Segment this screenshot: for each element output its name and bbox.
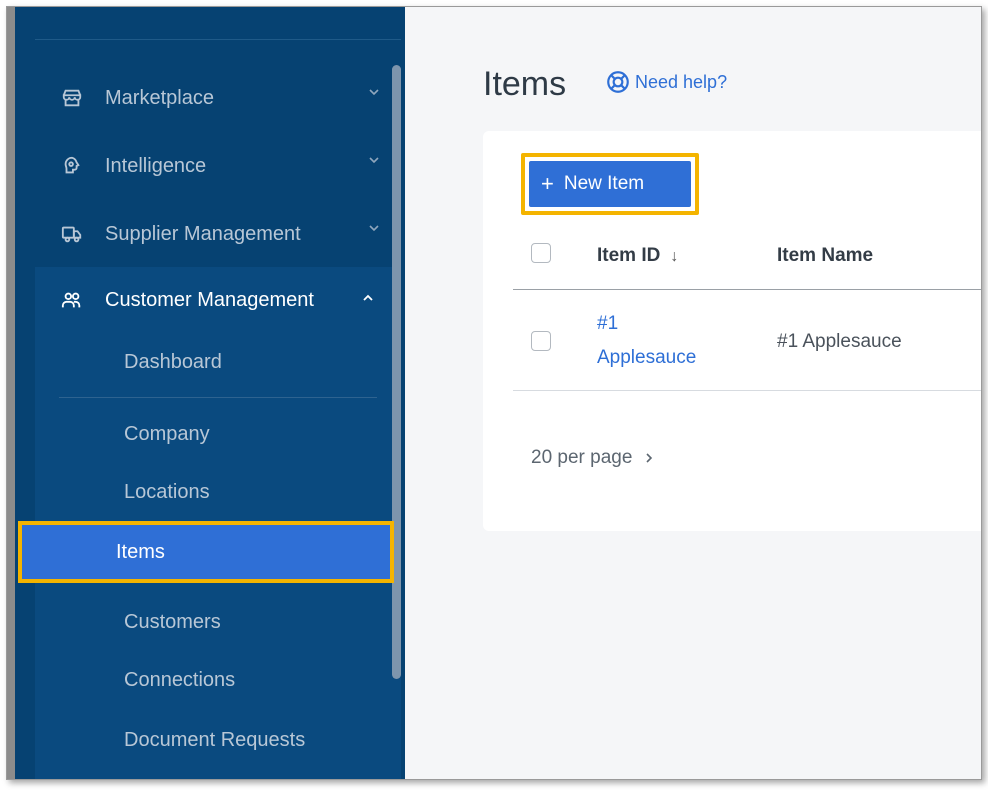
sidebar-subitem-company[interactable]: Company <box>35 409 391 459</box>
brain-head-icon <box>59 155 85 177</box>
sidebar-subitem-document-requests[interactable]: Document Requests <box>35 715 391 765</box>
per-page-label: 20 per page <box>531 447 633 468</box>
lifebuoy-icon <box>607 71 629 93</box>
need-help-label: Need help? <box>635 71 728 92</box>
sort-down-icon: ↓ <box>670 248 679 265</box>
column-header-item-id[interactable]: Item ID ↓ <box>597 245 678 267</box>
table-header-divider <box>513 289 981 290</box>
sidebar-divider <box>35 39 401 40</box>
column-header-label: Item ID <box>597 245 661 266</box>
sidebar-subitem-label: Dashboard <box>124 350 222 373</box>
sidebar-subitem-label: Customers <box>124 610 221 633</box>
sidebar-divider <box>59 397 377 398</box>
sidebar-subitem-label: Connections <box>124 668 236 691</box>
new-item-button[interactable]: + New Item <box>529 161 691 207</box>
item-id-line: Applesauce <box>597 347 697 368</box>
item-id-link[interactable]: #1 Applesauce <box>597 307 696 375</box>
row-checkbox[interactable] <box>531 331 551 351</box>
sidebar-subitem-items[interactable]: Items <box>18 521 394 583</box>
sidebar-scrollbar[interactable] <box>392 65 401 679</box>
chevron-down-icon <box>369 225 379 232</box>
new-item-highlight: + New Item <box>521 153 699 215</box>
sidebar-item-intelligence[interactable]: Intelligence <box>35 137 391 195</box>
per-page-selector[interactable]: 20 per page <box>531 447 656 469</box>
item-id-line: #1 <box>597 313 619 334</box>
sidebar-subitem-locations[interactable]: Locations <box>35 467 391 517</box>
sidebar-item-label: Marketplace <box>105 86 214 109</box>
app-window: Marketplace Intelligence Supplier Manage… <box>6 6 982 780</box>
chevron-up-icon <box>363 294 373 301</box>
chevron-down-icon <box>369 157 379 164</box>
items-table-card: + New Item Item ID ↓ Item Name #1 Applesa… <box>483 131 981 531</box>
sidebar-item-customer-management[interactable]: Customer Management <box>35 271 391 329</box>
sidebar-item-label: Intelligence <box>105 154 207 177</box>
column-header-label: Item Name <box>777 245 874 266</box>
sidebar-subitem-label: Items <box>116 541 165 563</box>
sidebar-subitem-dashboard[interactable]: Dashboard <box>35 337 391 387</box>
item-name-cell: #1 Applesauce <box>777 331 902 352</box>
need-help-link[interactable]: Need help? <box>605 69 727 95</box>
sidebar-item-supplier-management[interactable]: Supplier Management <box>35 205 391 263</box>
chevron-right-icon <box>646 453 653 463</box>
store-icon <box>59 87 85 109</box>
new-item-label: New Item <box>563 173 645 194</box>
main-content: Items Need help? + New Item Item ID ↓ Ite… <box>405 7 981 779</box>
truck-icon <box>59 223 85 245</box>
users-icon <box>59 289 85 311</box>
sidebar-subitem-label: Company <box>124 422 210 445</box>
sidebar-item-marketplace[interactable]: Marketplace <box>35 69 391 127</box>
sidebar-subitem-connections[interactable]: Connections <box>35 655 391 705</box>
sidebar: Marketplace Intelligence Supplier Manage… <box>15 7 405 779</box>
column-header-item-name[interactable]: Item Name <box>777 245 873 267</box>
chevron-down-icon <box>369 89 379 96</box>
table-row-divider <box>513 390 981 391</box>
sidebar-subitem-label: Document Requests <box>124 728 306 751</box>
sidebar-item-label: Customer Management <box>105 288 314 311</box>
sidebar-subitem-customers[interactable]: Customers <box>35 597 391 647</box>
window-edge <box>7 7 15 779</box>
sidebar-subitem-label: Locations <box>124 480 210 503</box>
select-all-checkbox[interactable] <box>531 243 551 263</box>
sidebar-item-label: Supplier Management <box>105 222 301 245</box>
page-title: Items <box>483 65 567 103</box>
plus-icon: + <box>541 171 554 196</box>
